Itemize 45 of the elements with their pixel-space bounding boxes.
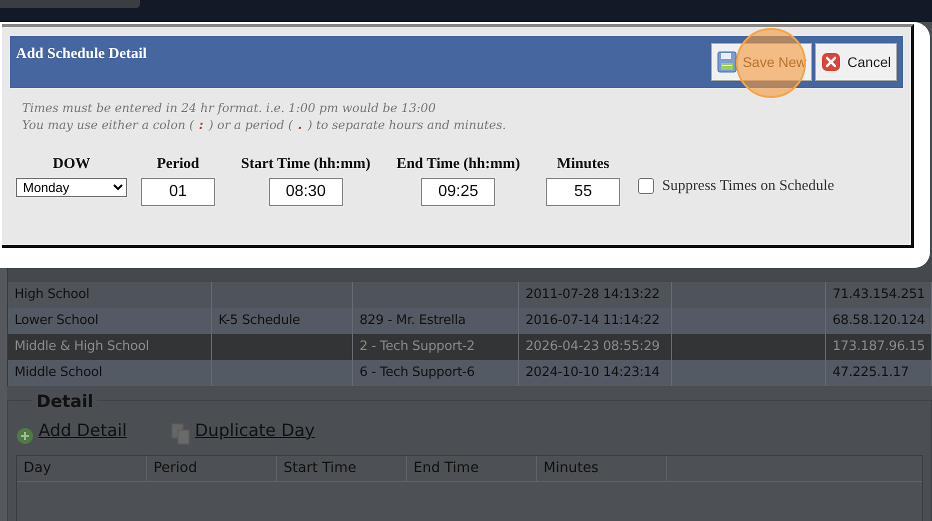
- table-cell-text: 2024-10-10 14:23:14: [525, 364, 660, 382]
- table-cell-text: Middle & High School: [14, 338, 149, 356]
- table-cell-text: 2 - Tech Support-2: [359, 338, 475, 356]
- input-field[interactable]: 55: [546, 178, 620, 206]
- input-field[interactable]: 09:25: [421, 178, 496, 206]
- input-field[interactable]: 08:30: [268, 178, 343, 206]
- table-cell-text: 47.225.1.17: [832, 364, 909, 382]
- field-label: Minutes: [556, 155, 610, 174]
- table-cell-text: 2026-04-23 08:55:29: [525, 338, 660, 356]
- plus-circle-icon: [16, 426, 34, 444]
- table-row[interactable]: Middle & High School 2 - Tech Support-2 2026-04-23 08:55:29 173.187.96.15: [8, 334, 932, 360]
- field-label: Start Time (hh:mm): [241, 155, 370, 174]
- close-icon: [821, 52, 842, 72]
- input-field[interactable]: 01: [141, 178, 215, 206]
- action-link[interactable]: Add Detail: [38, 419, 127, 444]
- column-header: Period: [153, 458, 198, 478]
- day-select[interactable]: Monday: [16, 178, 127, 196]
- cancel-button[interactable]: Cancel: [815, 43, 897, 81]
- dialog-title: Add Schedule Detail: [16, 45, 147, 64]
- table-row[interactable]: Lower School K-5 Schedule 829 - Mr. Estrella 2016-07-14 11:14:22 68.58.120.124: [8, 308, 932, 334]
- field-label: Period: [156, 155, 200, 174]
- table-row[interactable]: Middle School 6 - Tech Support-6 2024-10-10 14:23:14 47.225.1.17: [8, 360, 932, 386]
- table-cell-text: Middle School: [14, 364, 102, 382]
- table-cell-text: 829 - Mr. Estrella: [359, 312, 466, 330]
- column-header: Start Time: [283, 458, 356, 478]
- table-cell-text: High School: [14, 286, 90, 304]
- table-cell-text: 2011-07-28 14:13:22: [525, 286, 660, 304]
- checkbox[interactable]: [638, 178, 654, 194]
- column-header: End Time: [413, 458, 479, 478]
- field-label: End Time (hh:mm): [396, 155, 520, 174]
- table-cell-text: 173.187.96.15: [832, 338, 925, 356]
- instruction-text: Times must be entered in 24 hr format. i.e. 1:00 pm would be 13:00: [22, 100, 437, 117]
- table-cell-text: 2016-07-14 11:14:22: [525, 312, 660, 330]
- column-header: Day: [23, 458, 52, 478]
- table-cell-text: K-5 Schedule: [218, 312, 300, 330]
- table-cell-text: 68.58.120.124: [832, 312, 925, 330]
- table-cell-text: 71.43.154.251: [832, 286, 925, 304]
- column-header: Minutes: [543, 458, 599, 478]
- table-cell-text: 6 - Tech Support-6: [359, 364, 475, 382]
- copy-icon: [170, 422, 191, 444]
- table-cell-text: Lower School: [14, 312, 98, 330]
- instruction-text: You may use either a colon ( : ) or a period ( . ) to separate hours and minutes.: [22, 117, 508, 134]
- field-label: DOW: [52, 155, 90, 174]
- action-link[interactable]: Duplicate Day: [194, 419, 315, 444]
- checkbox-label: Suppress Times on Schedule: [662, 177, 834, 196]
